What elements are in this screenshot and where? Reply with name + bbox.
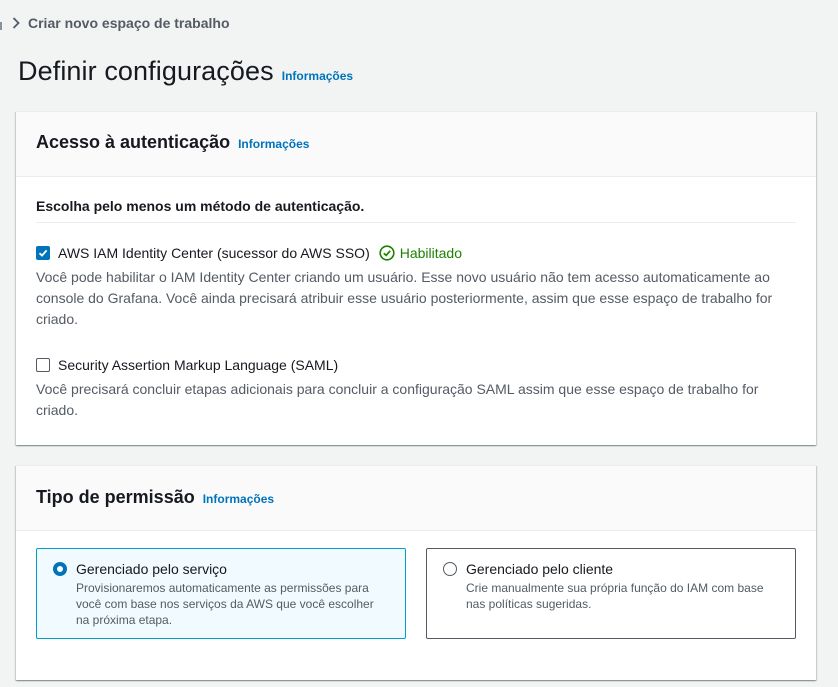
permission-tiles: Gerenciado pelo serviço Provisionaremos …	[36, 548, 796, 639]
iam-identity-center-checkbox[interactable]	[36, 246, 50, 260]
iam-identity-center-label[interactable]: AWS IAM Identity Center (sucessor do AWS…	[58, 245, 370, 261]
service-managed-radio[interactable]	[53, 562, 67, 576]
saml-description: Você precisará concluir etapas adicionai…	[36, 381, 759, 418]
auth-info-link[interactable]: Informações	[238, 137, 309, 151]
status-badge: Habilitado	[379, 245, 462, 261]
auth-panel-title: Acesso à autenticação	[36, 132, 231, 152]
auth-panel-header: Acesso à autenticação Informações	[16, 112, 816, 177]
breadcrumb-previous-edge[interactable]	[0, 22, 2, 30]
customer-managed-tile[interactable]: Gerenciado pelo cliente Crie manualmente…	[426, 548, 796, 639]
iam-identity-center-option: AWS IAM Identity Center (sucessor do AWS…	[36, 242, 796, 330]
checkmark-icon	[38, 249, 48, 257]
saml-option: Security Assertion Markup Language (SAML…	[36, 354, 796, 421]
permission-panel-header: Tipo de permissão Informações	[16, 466, 816, 531]
auth-access-panel: Acesso à autenticação Informações Escolh…	[16, 111, 816, 445]
customer-managed-title: Gerenciado pelo cliente	[466, 561, 614, 577]
breadcrumb-current: Criar novo espaço de trabalho	[28, 15, 230, 31]
permission-panel-title: Tipo de permissão	[36, 487, 195, 507]
page-header: Definir configurações Informações	[18, 56, 353, 87]
permission-info-link[interactable]: Informações	[203, 492, 274, 506]
page-title: Definir configurações	[18, 56, 274, 86]
saml-checkbox[interactable]	[36, 358, 50, 372]
permission-type-panel: Tipo de permissão Informações Gerenciado…	[16, 465, 816, 680]
breadcrumb: Criar novo espaço de trabalho	[0, 12, 230, 34]
page-info-link[interactable]: Informações	[282, 69, 353, 83]
service-managed-title: Gerenciado pelo serviço	[76, 561, 227, 577]
check-circle-icon	[379, 245, 395, 261]
saml-label[interactable]: Security Assertion Markup Language (SAML…	[58, 357, 338, 373]
iam-identity-center-description: Você pode habilitar o IAM Identity Cente…	[36, 269, 773, 327]
chevron-right-icon	[12, 17, 20, 29]
auth-method-label: Escolha pelo menos um método de autentic…	[36, 198, 796, 223]
service-managed-tile[interactable]: Gerenciado pelo serviço Provisionaremos …	[36, 548, 406, 639]
customer-managed-radio[interactable]	[443, 562, 457, 576]
status-text: Habilitado	[399, 245, 462, 261]
customer-managed-description: Crie manualmente sua própria função do I…	[466, 581, 764, 611]
service-managed-description: Provisionaremos automaticamente as permi…	[76, 581, 374, 627]
